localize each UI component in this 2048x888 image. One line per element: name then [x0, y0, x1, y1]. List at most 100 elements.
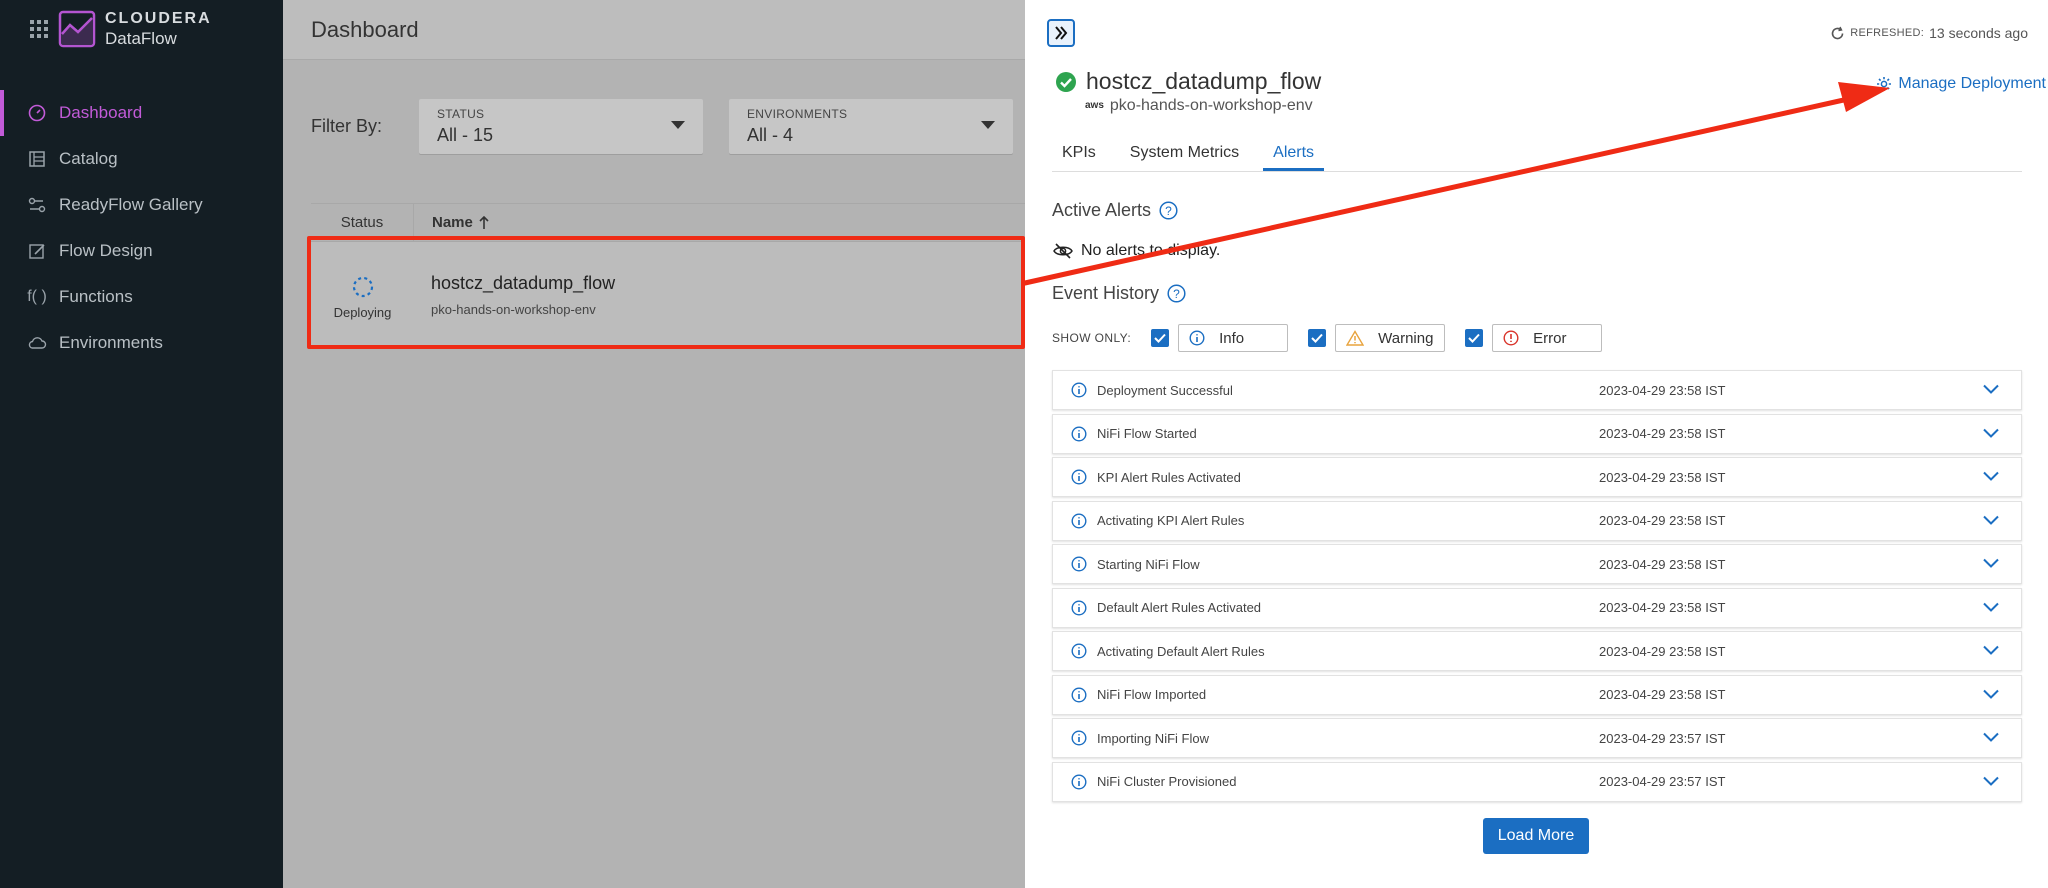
- info-icon: [1071, 599, 1087, 616]
- double-chevron-right-icon: [1055, 26, 1068, 40]
- filter-row: Filter By: STATUS All - 15 ENVIRONMENTS …: [311, 99, 1013, 154]
- active-alerts-title: Active Alerts: [1052, 200, 1152, 220]
- warning-filter-chip[interactable]: Warning: [1335, 324, 1446, 352]
- tab-alerts[interactable]: Alerts: [1263, 138, 1325, 171]
- tab-kpis[interactable]: KPIs: [1052, 138, 1106, 171]
- deployment-details-panel: REFRESHED: 13 seconds ago hostcz_datadum…: [1025, 0, 2048, 888]
- sidebar-item-environments[interactable]: Environments: [0, 320, 283, 366]
- active-alerts-heading: Active Alerts ?: [1052, 200, 1178, 221]
- event-name: Default Alert Rules Activated: [1097, 600, 1262, 615]
- info-label: Info: [1219, 329, 1245, 347]
- column-name[interactable]: Name: [414, 214, 489, 231]
- event-name: Starting NiFi Flow: [1097, 556, 1200, 572]
- sidebar-item-flow-design[interactable]: Flow Design: [0, 228, 283, 274]
- panel-environment: aws pko-hands-on-workshop-env: [1085, 97, 1313, 115]
- column-status[interactable]: Status: [311, 204, 414, 241]
- filter-label: Filter By:: [311, 116, 383, 136]
- table-row[interactable]: Deploying hostcz_datadump_flow pko-hands…: [311, 241, 1025, 346]
- event-row[interactable]: Deployment Successful 2023-04-29 23:58 IS…: [1052, 370, 2022, 410]
- collapse-panel-button[interactable]: [1047, 19, 1075, 47]
- sidebar-item-dashboard[interactable]: Dashboard: [0, 90, 283, 136]
- sidebar-item-label: ReadyFlow Gallery: [59, 195, 203, 214]
- event-time: 2023-04-29 23:57 IST: [1599, 730, 1726, 746]
- chevron-down-icon[interactable]: [1983, 776, 1999, 786]
- event-row[interactable]: KPI Alert Rules Activated 2023-04-29 23:5…: [1052, 457, 2022, 497]
- event-name: NiFi Cluster Provisioned: [1097, 774, 1237, 789]
- manage-deployment-link[interactable]: Manage Deployment: [1876, 75, 2046, 93]
- info-icon: [1071, 469, 1087, 485]
- success-check-icon: [1056, 71, 1076, 92]
- panel-flow-title: hostcz_datadump_flow: [1055, 68, 1321, 95]
- svg-text:?: ?: [1173, 287, 1180, 301]
- chevron-down-icon[interactable]: [1983, 689, 1999, 699]
- tab-system-metrics[interactable]: System Metrics: [1120, 138, 1249, 171]
- sidebar-item-label: Dashboard: [59, 103, 143, 122]
- chevron-down-icon[interactable]: [1983, 515, 1999, 525]
- event-row[interactable]: Starting NiFi Flow 2023-04-29 23:58 IST: [1052, 544, 2022, 584]
- info-icon: [1071, 425, 1087, 442]
- sidebar: CLOUDERA DataFlow Dashboard Catalog Read…: [0, 0, 283, 888]
- sidebar-nav: Dashboard Catalog ReadyFlow Gallery Flow…: [0, 90, 283, 366]
- warning-checkbox[interactable]: [1308, 329, 1327, 347]
- event-time: 2023-04-29 23:58 IST: [1599, 426, 1726, 441]
- deployment-status: Deploying: [311, 242, 414, 346]
- sidebar-item-label: Environments: [59, 333, 163, 352]
- refresh-status[interactable]: REFRESHED: 13 seconds ago: [1830, 25, 2028, 41]
- event-row[interactable]: NiFi Flow Imported 2023-04-29 23:58 IST: [1052, 674, 2022, 715]
- chevron-down-icon[interactable]: [1983, 384, 1999, 394]
- info-filter-chip[interactable]: Info: [1178, 324, 1289, 352]
- warning-icon: [1346, 330, 1365, 346]
- event-time: 2023-04-29 23:58 IST: [1599, 469, 1726, 485]
- load-more-button[interactable]: Load More: [1483, 818, 1589, 854]
- caret-down-icon: [671, 121, 685, 129]
- sidebar-item-catalog[interactable]: Catalog: [0, 136, 283, 182]
- help-icon[interactable]: ?: [1167, 284, 1186, 303]
- cloudera-logo[interactable]: CLOUDERA DataFlow: [58, 10, 212, 48]
- loading-spinner-icon: [352, 276, 373, 297]
- event-name: KPI Alert Rules Activated: [1097, 469, 1241, 485]
- event-time: 2023-04-29 23:58 IST: [1599, 600, 1726, 615]
- info-icon: [1071, 382, 1087, 398]
- filter-title: STATUS: [437, 107, 485, 121]
- sidebar-item-functions[interactable]: f( ) Functions: [0, 274, 283, 320]
- error-icon: [1503, 330, 1519, 346]
- gear-icon: [1877, 77, 1892, 91]
- status-filter-dropdown[interactable]: STATUS All - 15: [419, 99, 703, 154]
- environments-filter-dropdown[interactable]: ENVIRONMENTS All - 4: [729, 99, 1013, 154]
- event-name: Activating KPI Alert Rules: [1097, 513, 1245, 528]
- dataflow-logo-icon: [58, 10, 96, 48]
- error-filter-chip[interactable]: Error: [1492, 324, 1603, 352]
- help-icon[interactable]: ?: [1159, 201, 1178, 220]
- caret-down-icon: [981, 121, 995, 129]
- catalog-icon: [27, 149, 47, 169]
- event-name: NiFi Flow Started: [1097, 426, 1197, 441]
- event-row[interactable]: Default Alert Rules Activated 2023-04-29 …: [1052, 587, 2022, 628]
- sidebar-item-readyflow-gallery[interactable]: ReadyFlow Gallery: [0, 182, 283, 228]
- info-icon: [1071, 773, 1087, 790]
- chevron-down-icon[interactable]: [1983, 602, 1999, 612]
- event-type-filters: SHOW ONLY: Info Warning Error: [1052, 324, 1622, 352]
- event-time: 2023-04-29 23:58 IST: [1599, 687, 1726, 702]
- event-row[interactable]: Importing NiFi Flow 2023-04-29 23:57 IST: [1052, 718, 2022, 758]
- chevron-down-icon[interactable]: [1983, 558, 1999, 568]
- chevron-down-icon[interactable]: [1983, 471, 1999, 481]
- app-launcher-icon[interactable]: [30, 20, 48, 38]
- chevron-down-icon[interactable]: [1983, 732, 1999, 742]
- info-checkbox[interactable]: [1151, 329, 1170, 347]
- chevron-down-icon[interactable]: [1983, 428, 1999, 438]
- status-text: Deploying: [333, 304, 392, 320]
- error-checkbox[interactable]: [1465, 329, 1484, 347]
- show-only-label: SHOW ONLY:: [1052, 331, 1132, 345]
- info-icon: [1071, 556, 1087, 572]
- event-row[interactable]: Activating KPI Alert Rules 2023-04-29 23:…: [1052, 500, 2022, 541]
- checkmark-icon: [1154, 333, 1166, 343]
- sidebar-item-label: Catalog: [59, 149, 118, 168]
- event-row[interactable]: NiFi Flow Started 2023-04-29 23:58 IST: [1052, 413, 2022, 454]
- chevron-down-icon[interactable]: [1983, 645, 1999, 655]
- environment-name: pko-hands-on-workshop-env: [431, 302, 596, 317]
- refreshed-label: REFRESHED:: [1850, 27, 1925, 39]
- event-row[interactable]: NiFi Cluster Provisioned 2023-04-29 23:57…: [1052, 761, 2022, 802]
- deployment-name-cell: hostcz_datadump_flow pko-hands-on-worksh…: [414, 242, 615, 346]
- svg-text:?: ?: [1165, 204, 1172, 218]
- event-row[interactable]: Activating Default Alert Rules 2023-04-29…: [1052, 631, 2022, 671]
